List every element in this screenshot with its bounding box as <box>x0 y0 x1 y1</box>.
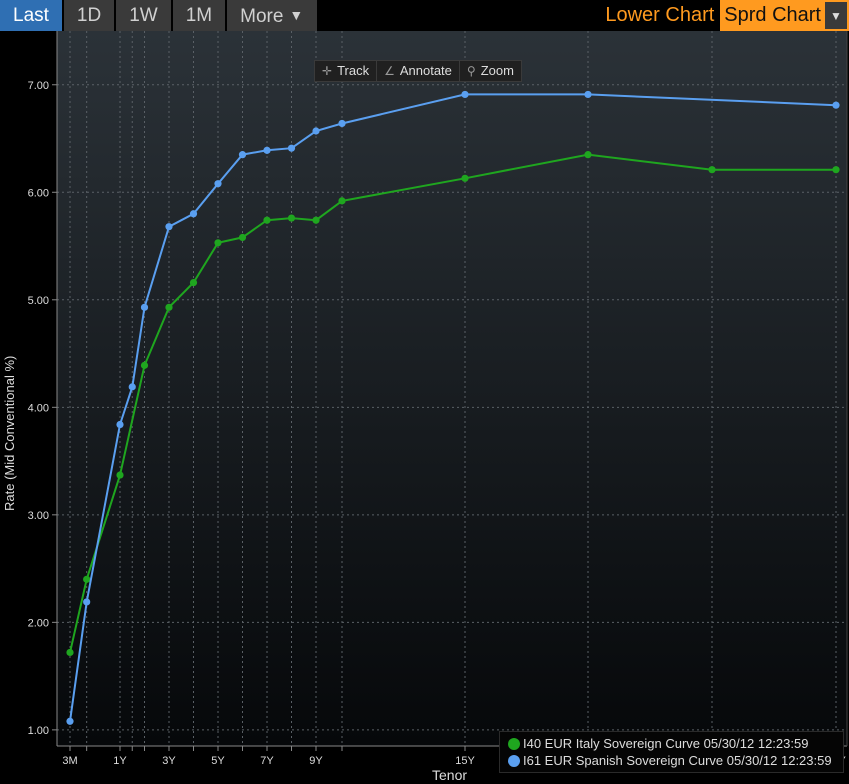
x-tick-label: 15Y <box>455 755 475 767</box>
data-point-0 <box>832 166 840 174</box>
range-tabs: Last 1D 1W 1M More ▼ <box>0 0 319 31</box>
x-tick-label: 9Y <box>309 755 323 767</box>
data-point-0 <box>238 233 247 242</box>
tab-more-label: More <box>240 6 284 27</box>
data-point-1 <box>128 383 136 391</box>
y-tick-label: 4.00 <box>28 402 49 414</box>
tab-1d[interactable]: 1D <box>63 0 115 31</box>
data-point-1 <box>832 101 840 109</box>
zoom-label: Zoom <box>480 63 514 78</box>
chart-area[interactable]: 1.00 2.00 3.00 4.00 5.00 6.00 7.00 3M 1Y 3Y 5Y 7Y 9Y… <box>0 31 849 784</box>
data-point-1 <box>461 90 469 99</box>
tab-more[interactable]: More ▼ <box>227 0 318 31</box>
data-point-0 <box>263 216 271 224</box>
data-point-1 <box>214 180 222 188</box>
data-point-0 <box>189 278 198 287</box>
data-point-1 <box>287 144 296 152</box>
data-point-1 <box>165 223 173 231</box>
data-point-0 <box>140 361 149 369</box>
y-tick-label: 3.00 <box>28 510 49 522</box>
data-point-0 <box>338 197 346 205</box>
track-tool[interactable]: ✛ Track <box>315 61 378 81</box>
data-point-0 <box>66 648 74 657</box>
data-point-0 <box>287 214 296 222</box>
data-point-0 <box>165 303 173 311</box>
lower-chart-button[interactable]: Lower Chart <box>605 0 720 31</box>
tab-last[interactable]: Last <box>0 0 62 31</box>
top-bar: Last 1D 1W 1M More ▼ Lower Chart Sprd Cha… <box>0 0 849 31</box>
legend-item-italy: I40 EUR Italy Sovereign Curve 05/30/12 1… <box>508 735 835 752</box>
legend-item-spain: I61 EUR Spanish Sovereign Curve 05/30/12… <box>508 752 835 769</box>
x-tick-label: 5Y <box>211 755 225 767</box>
y-tick-label: 7.00 <box>28 80 49 92</box>
dropdown-arrow-icon[interactable]: ▼ <box>825 2 847 29</box>
annotate-label: Annotate <box>399 63 452 78</box>
data-point-0 <box>708 166 716 174</box>
data-point-0 <box>461 174 469 182</box>
data-point-1 <box>312 127 320 135</box>
caret-down-icon: ▼ <box>289 7 304 23</box>
legend-label-italy: I40 EUR Italy Sovereign Curve 05/30/12 1… <box>523 736 809 751</box>
data-point-1 <box>116 420 124 429</box>
track-label: Track <box>337 63 370 78</box>
data-point-0 <box>83 575 91 583</box>
yield-curve-chart[interactable]: 1.00 2.00 3.00 4.00 5.00 6.00 7.00 3M 1Y 3Y 5Y 7Y 9Y… <box>0 31 849 784</box>
crosshair-icon: ✛ <box>322 64 333 78</box>
plot-background <box>57 31 847 746</box>
x-tick-label: 7Y <box>260 755 274 767</box>
y-tick-label: 1.00 <box>28 725 49 737</box>
y-tick-label: 2.00 <box>28 617 49 629</box>
data-point-1 <box>83 598 91 606</box>
tab-1w[interactable]: 1W <box>116 0 171 31</box>
chart-controls: Lower Chart Sprd Chart ▼ <box>605 0 849 31</box>
data-point-1 <box>263 146 271 154</box>
y-axis-label: Rate (Mid Conventional %) <box>2 355 17 511</box>
legend-marker-spain <box>508 754 520 767</box>
annotate-tool[interactable]: ∠ Annotate <box>377 61 460 81</box>
data-point-1 <box>140 303 149 311</box>
y-tick-label: 6.00 <box>28 187 49 199</box>
data-point-1 <box>338 119 346 128</box>
x-axis-label: Tenor <box>432 767 468 783</box>
magnifier-icon: ⚲ <box>466 64 476 78</box>
data-point-0 <box>214 239 222 247</box>
tab-1m[interactable]: 1M <box>172 0 226 31</box>
data-point-1 <box>238 151 247 159</box>
x-tick-label: 1Y <box>113 755 127 767</box>
data-point-1 <box>584 90 592 99</box>
data-point-1 <box>66 717 74 725</box>
chart-legend: I40 EUR Italy Sovereign Curve 05/30/12 1… <box>499 731 844 773</box>
sprd-chart-label: Sprd Chart <box>724 4 821 26</box>
pencil-icon: ∠ <box>384 64 395 78</box>
x-tick-label: 3Y <box>162 755 176 767</box>
data-point-0 <box>312 216 320 224</box>
chart-toolbar: ✛ Track ∠ Annotate ⚲ Zoom <box>314 60 522 82</box>
zoom-tool[interactable]: ⚲ Zoom <box>460 61 521 81</box>
data-point-0 <box>116 471 124 479</box>
legend-label-spain: I61 EUR Spanish Sovereign Curve 05/30/12… <box>523 753 832 768</box>
data-point-0 <box>584 151 592 159</box>
data-point-1 <box>189 210 198 218</box>
legend-marker-italy <box>508 737 520 750</box>
y-tick-label: 5.00 <box>28 295 49 307</box>
sprd-chart-select[interactable]: Sprd Chart ▼ <box>720 0 849 31</box>
x-tick-label: 3M <box>62 755 77 767</box>
